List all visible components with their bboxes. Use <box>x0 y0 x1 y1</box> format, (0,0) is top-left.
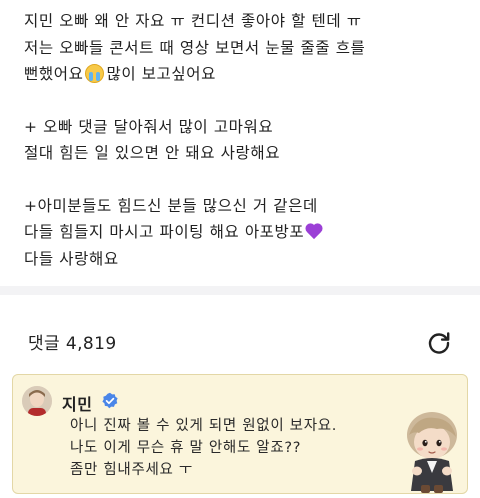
post-line: +아미분들도 힘드신 분들 많으신 거 같은데 <box>24 196 318 215</box>
post-line: + 오빠 댓글 달아줘서 많이 고마워요 <box>24 117 274 136</box>
post-paragraph-1: 지민 오빠 왜 안 자요 ㅠ 컨디션 좋아야 할 텐데 ㅠ 저는 오빠들 콘서트… <box>24 8 456 88</box>
post-paragraph-2: + 오빠 댓글 달아줘서 많이 고마워요 절대 힘든 일 있으면 안 돼요 사랑… <box>24 114 456 167</box>
character-sticker-icon <box>397 409 467 494</box>
post-body: 지민 오빠 왜 안 자요 ㅠ 컨디션 좋아야 할 텐데 ㅠ 저는 오빠들 콘서트… <box>0 0 480 286</box>
avatar[interactable] <box>22 386 52 416</box>
artist-comment-card[interactable]: 지민 아니 진짜 볼 수 있게 되면 원없이 보자요. 나도 이게 무슨 휴 말… <box>12 374 468 494</box>
post-line: 저는 오빠들 콘서트 때 영상 보면서 눈물 줄줄 흐를 <box>24 38 366 57</box>
comment-line: 좀만 힘내주세요 ㅜ <box>70 462 193 478</box>
post-line: 다들 힘들지 마시고 파이팅 해요 아포방포 <box>24 219 456 246</box>
post-line: 절대 힘든 일 있으면 안 돼요 사랑해요 <box>24 144 281 162</box>
crying-face-emoji-icon <box>85 64 105 83</box>
post-line-text: 뻔했어요 <box>24 65 84 83</box>
post-paragraph-3: +아미분들도 힘드신 분들 많으신 거 같은데 다들 힘들지 마시고 파이팅 해… <box>24 193 456 273</box>
post-line: 뻔했어요 많이 보고싶어요 <box>24 61 456 88</box>
comment-line: 나도 이게 무슨 휴 말 안해도 알죠?? <box>70 440 302 456</box>
comments-header: 댓글 4,819 <box>0 295 480 370</box>
post-line-text: 다들 힘들지 마시고 파이팅 해요 아포방포 <box>24 223 305 241</box>
post-line: 지민 오빠 왜 안 자요 ㅠ 컨디션 좋아야 할 텐데 ㅠ <box>24 12 362 30</box>
comment-body: 아니 진짜 볼 수 있게 되면 원없이 보자요. 나도 이게 무슨 휴 말 안해… <box>70 415 337 481</box>
purple-heart-emoji-icon <box>305 224 323 240</box>
post-line-text: 많이 보고싶어요 <box>106 65 217 83</box>
section-divider <box>0 286 480 295</box>
post-line: 다들 사랑해요 <box>24 249 119 268</box>
comment-count: 댓글 4,819 <box>28 334 117 354</box>
comment-line: 아니 진짜 볼 수 있게 되면 원없이 보자요. <box>70 418 338 434</box>
comment-author-name[interactable]: 지민 <box>62 391 92 415</box>
verified-badge-icon <box>101 392 119 410</box>
refresh-icon[interactable] <box>425 329 453 357</box>
